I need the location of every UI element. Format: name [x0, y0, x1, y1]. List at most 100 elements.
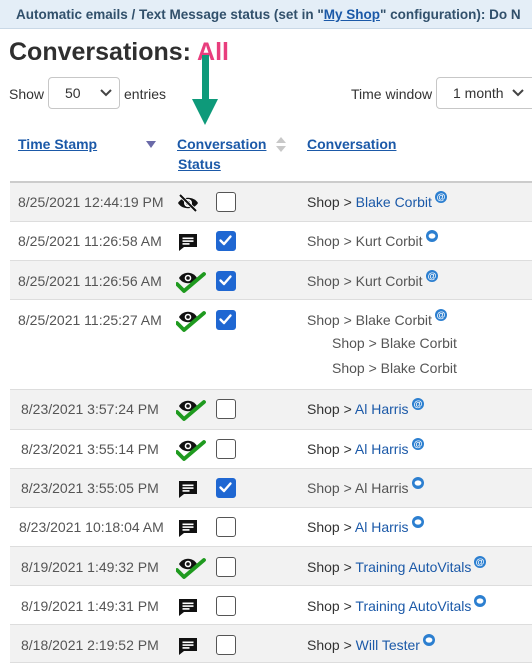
table-row: 8/25/2021 12:44:19 PM Shop > Blake Corbit…	[10, 183, 532, 222]
read-checkbox[interactable]	[216, 271, 236, 291]
table-row: 8/19/2021 1:49:32 PM Shop > Training Auto…	[10, 547, 532, 586]
row-timestamp: 8/23/2021 3:55:14 PM	[21, 441, 159, 457]
eye-check-icon	[175, 309, 206, 333]
read-checkbox[interactable]	[216, 517, 236, 537]
svg-text:@: @	[476, 557, 485, 567]
row-timestamp: 8/25/2021 11:26:56 AM	[18, 273, 162, 289]
conversation-cell: Shop > Blake Corbit @	[307, 309, 447, 328]
conversation-path: Shop >	[307, 598, 352, 614]
chevron-down-icon	[100, 89, 112, 97]
sms-badge-icon	[474, 594, 487, 607]
banner-suffix: " configuration): Do N	[380, 7, 521, 22]
email-badge-icon: @	[474, 555, 487, 568]
column-header-timestamp[interactable]: Time Stamp	[18, 136, 97, 152]
read-checkbox[interactable]	[216, 310, 236, 330]
checkmark-icon	[219, 275, 232, 286]
email-badge-icon: @	[434, 308, 447, 321]
conversation-path[interactable]: Shop > Blake Corbit	[307, 312, 432, 328]
conversation-subitem[interactable]: Shop > Blake Corbit	[332, 335, 457, 351]
email-badge-icon: @	[425, 269, 438, 282]
conversation-cell: Shop > Will Tester	[307, 634, 435, 653]
conversation-path[interactable]: Shop > Kurt Corbit	[307, 233, 423, 249]
email-badge-icon: @	[411, 397, 424, 410]
time-window-value: 1 month	[453, 85, 504, 101]
read-checkbox[interactable]	[216, 439, 236, 459]
customer-link[interactable]: Training AutoVitals	[355, 598, 471, 614]
chevron-down-icon	[512, 89, 524, 97]
row-timestamp: 8/19/2021 1:49:32 PM	[21, 559, 159, 575]
time-window-label: Time window	[351, 86, 433, 102]
conversation-cell: Shop > Kurt Corbit @	[307, 270, 438, 289]
message-icon	[176, 595, 200, 619]
conversation-path: Shop >	[307, 401, 352, 417]
row-timestamp: 8/23/2021 3:57:24 PM	[21, 401, 159, 417]
conversation-cell: Shop > Al Harris @	[307, 398, 424, 417]
table-row: 8/18/2021 2:19:52 PM Shop > Will Tester	[10, 625, 532, 663]
table-row: 8/25/2021 11:25:27 AM Shop > Blake Corbit…	[10, 300, 532, 390]
sms-badge-icon	[425, 229, 438, 242]
banner-prefix: Automatic emails / Text Message status (…	[16, 7, 324, 22]
conversation-path: Shop >	[307, 637, 352, 653]
show-label: Show	[9, 86, 45, 102]
eye-check-icon	[175, 438, 206, 462]
customer-link[interactable]: Al Harris	[355, 441, 409, 457]
my-shop-link[interactable]: My Shop	[324, 7, 380, 22]
svg-text:@: @	[437, 192, 446, 202]
conversation-path: Shop >	[307, 559, 352, 575]
conversation-cell: Shop > Al Harris	[307, 477, 424, 496]
conversation-path[interactable]: Shop > Kurt Corbit	[307, 273, 423, 289]
row-timestamp: 8/25/2021 12:44:19 PM	[18, 194, 164, 210]
entries-value: 50	[65, 85, 81, 101]
read-checkbox[interactable]	[216, 231, 236, 251]
checkmark-icon	[219, 482, 232, 493]
conversation-path: Shop >	[307, 194, 352, 210]
table-row: 8/23/2021 3:57:24 PM Shop > Al Harris @	[10, 390, 532, 430]
conversation-cell: Shop > Al Harris	[307, 516, 424, 535]
table-row: 8/23/2021 3:55:14 PM Shop > Al Harris @	[10, 430, 532, 469]
read-checkbox[interactable]	[216, 635, 236, 655]
message-icon	[176, 516, 200, 540]
eye-slash-icon	[176, 191, 200, 215]
sort-desc-icon	[146, 141, 156, 148]
read-checkbox[interactable]	[216, 596, 236, 616]
time-window-select[interactable]: 1 month	[436, 77, 532, 109]
sms-badge-icon	[411, 515, 424, 528]
read-checkbox[interactable]	[216, 557, 236, 577]
eye-check-icon	[175, 556, 206, 580]
customer-link[interactable]: Training AutoVitals	[355, 559, 471, 575]
row-timestamp: 8/18/2021 2:19:52 PM	[21, 637, 159, 653]
table-row: 8/25/2021 11:26:58 AM Shop > Kurt Corbit	[10, 222, 532, 261]
customer-link[interactable]: Blake Corbit	[356, 194, 432, 210]
customer-link[interactable]: Al Harris	[355, 519, 409, 535]
read-checkbox[interactable]	[216, 192, 236, 212]
entries-select[interactable]: 50	[48, 77, 120, 109]
read-checkbox[interactable]	[216, 478, 236, 498]
checkmark-icon	[219, 314, 232, 325]
read-checkbox[interactable]	[216, 399, 236, 419]
conversation-path: Shop >	[307, 441, 352, 457]
entries-label: entries	[124, 86, 167, 102]
column-header-conversation[interactable]: Conversation	[307, 136, 396, 152]
customer-link[interactable]: Will Tester	[356, 637, 420, 653]
column-header-status[interactable]: Conversation	[177, 136, 266, 152]
svg-text:@: @	[437, 310, 446, 320]
conversation-path[interactable]: Shop > Al Harris	[307, 480, 409, 496]
svg-text:@: @	[413, 399, 422, 409]
row-timestamp: 8/19/2021 1:49:31 PM	[21, 598, 159, 614]
sms-badge-icon	[411, 476, 424, 489]
row-timestamp: 8/23/2021 3:55:05 PM	[21, 480, 159, 496]
row-timestamp: 8/23/2021 10:18:04 AM	[19, 519, 164, 535]
arrow-down-icon	[192, 55, 218, 125]
svg-text:@: @	[427, 271, 436, 281]
column-header-status-line2[interactable]: Status	[178, 156, 221, 172]
conversation-subitem[interactable]: Shop > Blake Corbit	[332, 360, 457, 376]
status-banner: Automatic emails / Text Message status (…	[0, 0, 532, 29]
customer-link[interactable]: Al Harris	[355, 401, 409, 417]
email-badge-icon: @	[411, 437, 424, 450]
svg-text:@: @	[413, 439, 422, 449]
conversation-cell: Shop > Blake Corbit @	[307, 191, 447, 210]
eye-check-icon	[175, 398, 206, 422]
message-icon	[176, 634, 200, 658]
conversation-cell: Shop > Training AutoVitals @	[307, 556, 487, 575]
message-icon	[176, 477, 200, 501]
